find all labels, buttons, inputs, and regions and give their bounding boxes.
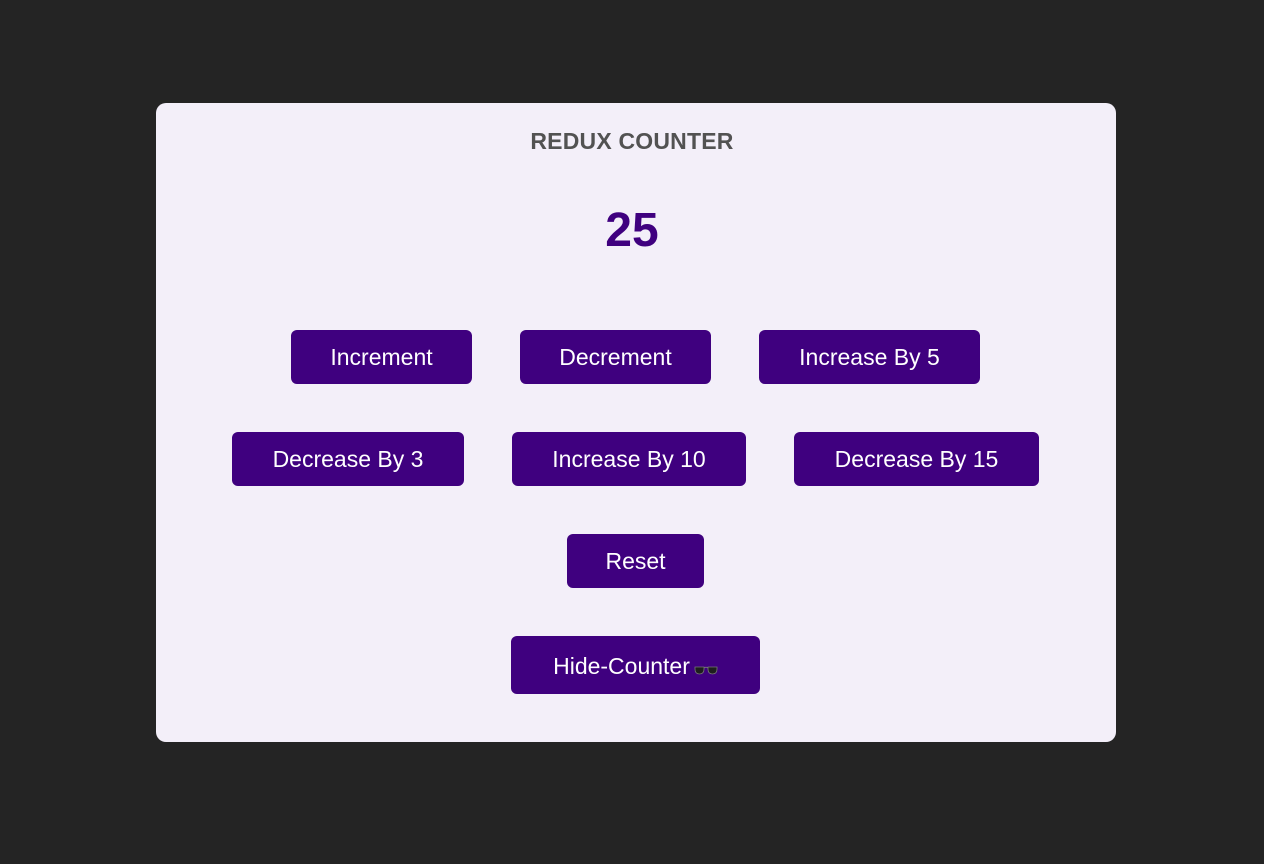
reset-button[interactable]: Reset — [567, 534, 704, 588]
sunglasses-icon — [694, 665, 718, 675]
increment-button-label: Increment — [330, 344, 433, 370]
increase-by-10-button-label: Increase By 10 — [552, 446, 706, 472]
decrease-by-15-button-label: Decrease By 15 — [834, 446, 999, 472]
hide-counter-button[interactable]: Hide-Counter — [511, 636, 760, 694]
reset-button-label: Reset — [605, 548, 666, 574]
decrease-by-3-button-label: Decrease By 3 — [272, 446, 424, 472]
increase-by-10-button[interactable]: Increase By 10 — [512, 432, 746, 486]
decrement-button[interactable]: Decrement — [520, 330, 711, 384]
hide-counter-button-label: Hide-Counter — [553, 653, 690, 679]
decrease-by-3-button[interactable]: Decrease By 3 — [232, 432, 464, 486]
page-title: REDUX COUNTER — [530, 128, 734, 154]
decrement-button-label: Decrement — [559, 344, 672, 370]
increase-by-5-button[interactable]: Increase By 5 — [759, 330, 980, 384]
increase-by-5-button-label: Increase By 5 — [799, 344, 940, 370]
decrease-by-15-button[interactable]: Decrease By 15 — [794, 432, 1039, 486]
increment-button[interactable]: Increment — [291, 330, 472, 384]
counter-value: 25 — [605, 204, 659, 257]
